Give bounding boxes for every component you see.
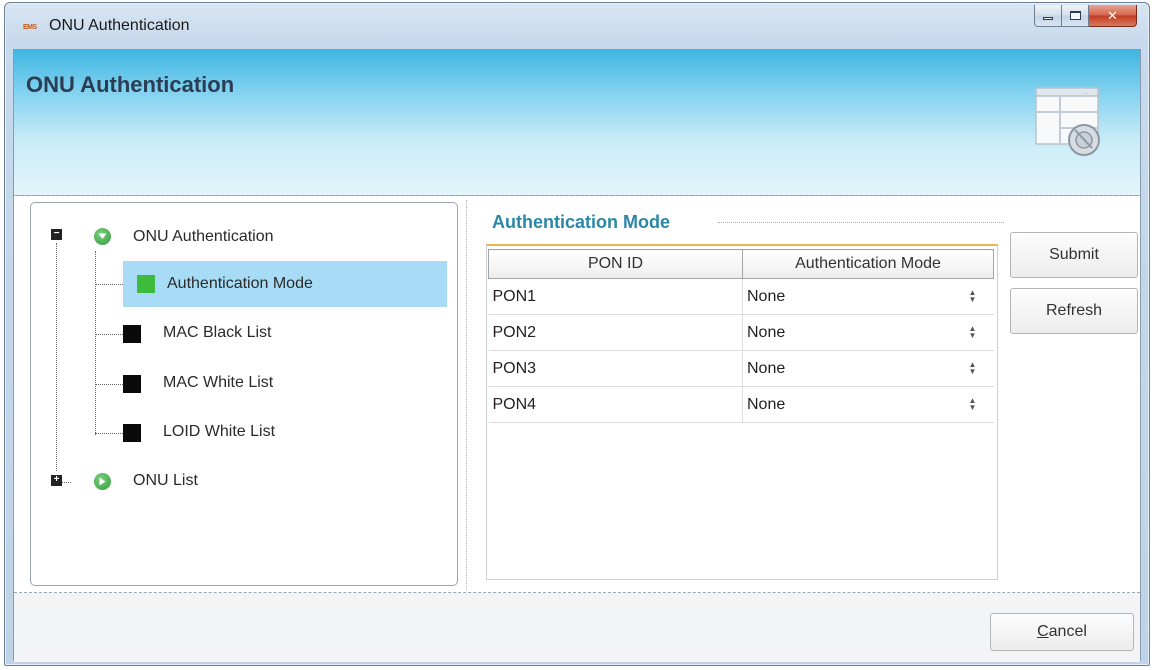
tree-item-onu-authentication[interactable]: ONU Authentication	[133, 228, 274, 246]
tree-connector	[95, 334, 123, 335]
pon-id-cell: PON1	[488, 278, 743, 315]
auth-mode-select[interactable]: None ▲ ▼	[742, 350, 994, 387]
minimize-icon	[1043, 17, 1053, 20]
header-banner: ONU Authentication ...	[14, 50, 1140, 196]
content-area: − ONU Authentication Authentication Mode…	[14, 196, 1140, 592]
expand-icon[interactable]: +	[51, 475, 62, 486]
auth-mode-value: None	[747, 359, 786, 377]
client-area: ONU Authentication ... − ONU Authenticat…	[13, 49, 1141, 662]
tree-connector	[95, 284, 123, 285]
square-status-icon	[123, 375, 141, 393]
collapsed-status-icon	[94, 473, 111, 490]
collapse-icon[interactable]: −	[51, 229, 62, 240]
table-row[interactable]: PON1 None ▲ ▼	[488, 278, 994, 315]
spinner-arrows-icon[interactable]: ▲ ▼	[968, 361, 978, 377]
minimize-button[interactable]	[1034, 5, 1062, 27]
panel-divider[interactable]	[466, 200, 467, 590]
tree-item-loid-white-list[interactable]: LOID White List	[163, 423, 275, 441]
spinner-arrows-icon[interactable]: ▲ ▼	[968, 289, 978, 305]
square-status-icon	[137, 275, 155, 293]
title-bar[interactable]: EMS ONU Authentication ✕	[5, 3, 1149, 49]
auth-mode-value: None	[747, 395, 786, 413]
column-header-pon-id[interactable]: PON ID	[488, 249, 743, 279]
auth-mode-value: None	[747, 287, 786, 305]
auth-mode-select[interactable]: None ▲ ▼	[742, 314, 994, 351]
tree-connector	[95, 251, 96, 435]
pon-id-cell: PON2	[488, 314, 743, 351]
banner-title: ONU Authentication	[26, 72, 235, 97]
app-window: EMS ONU Authentication ✕ ONU Authenticat…	[4, 2, 1150, 666]
navigation-tree: − ONU Authentication Authentication Mode…	[30, 202, 458, 586]
tree-connector	[56, 243, 57, 471]
tree-connector	[95, 384, 123, 385]
column-header-authentication-mode[interactable]: Authentication Mode	[742, 249, 994, 279]
maximize-button[interactable]	[1062, 5, 1089, 27]
cancel-mnemonic: C	[1037, 623, 1049, 640]
tree-item-mac-black-list[interactable]: MAC Black List	[163, 324, 271, 342]
app-icon: EMS	[23, 24, 37, 31]
settings-window-icon: ...	[1035, 87, 1100, 156]
authentication-table: PON ID Authentication Mode PON1 None ▲ ▼ P…	[486, 244, 998, 580]
cancel-button[interactable]: Cancel	[990, 613, 1134, 651]
close-icon: ✕	[1107, 7, 1118, 23]
window-title: ONU Authentication	[49, 17, 190, 34]
submit-button[interactable]: Submit	[1010, 232, 1138, 278]
section-divider	[718, 222, 1004, 223]
close-button[interactable]: ✕	[1089, 5, 1137, 27]
window-controls: ✕	[1034, 5, 1137, 27]
auth-mode-select[interactable]: None ▲ ▼	[742, 278, 994, 315]
spinner-arrows-icon[interactable]: ▲ ▼	[968, 325, 978, 341]
expanded-status-icon	[94, 228, 111, 245]
auth-mode-value: None	[747, 323, 786, 341]
spinner-arrows-icon[interactable]: ▲ ▼	[968, 397, 978, 413]
table-row[interactable]: PON2 None ▲ ▼	[488, 314, 994, 351]
tree-item-mac-white-list[interactable]: MAC White List	[163, 374, 273, 392]
svg-text:...: ...	[1084, 90, 1089, 96]
tree-item-onu-list[interactable]: ONU List	[133, 472, 198, 490]
refresh-button[interactable]: Refresh	[1010, 288, 1138, 334]
table-row[interactable]: PON4 None ▲ ▼	[488, 386, 994, 423]
square-status-icon	[123, 325, 141, 343]
table-row[interactable]: PON3 None ▲ ▼	[488, 350, 994, 387]
tree-item-authentication-mode[interactable]: Authentication Mode	[167, 275, 313, 293]
maximize-icon	[1069, 11, 1081, 20]
auth-mode-select[interactable]: None ▲ ▼	[742, 386, 994, 423]
pon-id-cell: PON4	[488, 386, 743, 423]
pon-id-cell: PON3	[488, 350, 743, 387]
cancel-label: ancel	[1048, 623, 1087, 640]
tree-connector	[95, 433, 123, 434]
footer-bar: Cancel	[14, 593, 1140, 662]
section-title: Authentication Mode	[492, 212, 670, 232]
square-status-icon	[123, 424, 141, 442]
